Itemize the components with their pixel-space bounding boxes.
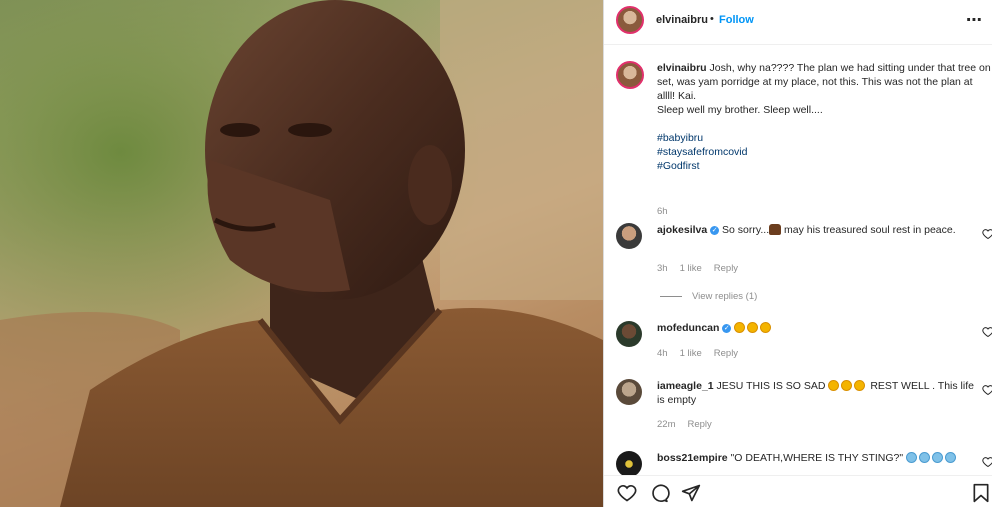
heart-icon[interactable]: [616, 483, 638, 503]
bookmark-icon[interactable]: [972, 483, 990, 503]
sad-face-emoji: [747, 322, 759, 333]
view-replies-button[interactable]: View replies (1): [660, 291, 757, 302]
comment-heart-icon[interactable]: [982, 228, 992, 240]
caption-avatar[interactable]: [616, 61, 644, 89]
comment-text: JESU THIS IS SO SAD: [716, 380, 826, 392]
comment-time[interactable]: 4h: [657, 348, 668, 359]
comment-meta: 3h 1 like Reply: [657, 263, 738, 274]
sad-face-emoji: [854, 380, 866, 391]
sad-face-emoji: [734, 322, 746, 333]
post-panel: elvinaibru • Follow ⋯ elvinaibru Josh, w…: [603, 0, 992, 507]
commenter-avatar[interactable]: [616, 451, 642, 475]
author-username[interactable]: elvinaibru: [656, 14, 708, 26]
hashtag-list: #babyibru #staysafefromcovid #Godfirst: [657, 131, 992, 173]
author-avatar[interactable]: [616, 6, 644, 34]
view-replies-label: View replies (1): [692, 291, 758, 302]
comment-text: So sorry...: [722, 224, 770, 236]
caption-body: elvinaibru Josh, why na???? The plan we …: [657, 61, 992, 173]
action-bar: [604, 475, 992, 507]
sad-face-emoji: [841, 380, 853, 391]
commenter-avatar[interactable]: [616, 379, 642, 405]
verified-icon: ✓: [722, 324, 732, 333]
comment-heart-icon[interactable]: [982, 456, 992, 468]
comment-username[interactable]: iameagle_1: [657, 380, 714, 392]
post-header: elvinaibru • Follow ⋯: [604, 0, 992, 45]
reply-button[interactable]: Reply: [714, 348, 738, 359]
share-icon[interactable]: [680, 483, 702, 503]
caption-line2: Sleep well my brother. Sleep well....: [657, 104, 823, 116]
comment-heart-icon[interactable]: [982, 384, 992, 396]
hashtag-link[interactable]: #babyibru: [657, 131, 992, 145]
comment-heart-icon[interactable]: [982, 326, 992, 338]
comment-likes[interactable]: 1 like: [680, 263, 702, 274]
comment-username[interactable]: boss21empire: [657, 452, 728, 464]
comment-likes[interactable]: 1 like: [680, 348, 702, 359]
crying-face-emoji: [919, 452, 931, 463]
crying-face-emoji: [945, 452, 957, 463]
commenter-avatar[interactable]: [616, 321, 642, 347]
crying-face-emoji: [906, 452, 918, 463]
view-replies-line: [660, 296, 682, 297]
comment-body: iameagle_1 JESU THIS IS SO SAD REST WELL…: [657, 379, 982, 407]
comment-body: ajokesilva ✓ So sorry... may his treasur…: [657, 223, 982, 237]
photo-illustration: [0, 0, 603, 507]
caption-time[interactable]: 6h: [657, 206, 668, 217]
post-photo: [0, 0, 603, 507]
verified-icon: ✓: [710, 226, 720, 235]
hashtag-link[interactable]: #Godfirst: [657, 159, 992, 173]
comment-body: mofeduncan ✓: [657, 321, 982, 335]
praying-hands-emoji: [769, 224, 782, 235]
commenter-avatar[interactable]: [616, 223, 642, 249]
caption-username[interactable]: elvinaibru: [657, 62, 707, 74]
reply-button[interactable]: Reply: [687, 419, 711, 430]
comment-text: "O DEATH,WHERE IS THY STING?": [730, 452, 904, 464]
comment-username[interactable]: ajokesilva: [657, 224, 707, 236]
follow-button[interactable]: Follow: [719, 14, 754, 26]
comment-time[interactable]: 3h: [657, 263, 668, 274]
more-icon[interactable]: ⋯: [966, 10, 983, 30]
hashtag-link[interactable]: #staysafefromcovid: [657, 145, 992, 159]
comment-username[interactable]: mofeduncan: [657, 322, 719, 334]
comment-meta: 22m Reply: [657, 419, 712, 430]
comment-icon[interactable]: [648, 483, 670, 503]
sad-face-emoji: [828, 380, 840, 391]
sad-face-emoji: [760, 322, 772, 333]
comment-time[interactable]: 22m: [657, 419, 675, 430]
comment-meta: 4h 1 like Reply: [657, 348, 738, 359]
comment-body: boss21empire "O DEATH,WHERE IS THY STING…: [657, 451, 982, 465]
comments-list[interactable]: elvinaibru Josh, why na???? The plan we …: [604, 45, 992, 475]
comment-text-continued: may his treasured soul rest in peace.: [784, 224, 956, 236]
header-separator: •: [710, 13, 714, 25]
crying-face-emoji: [932, 452, 944, 463]
reply-button[interactable]: Reply: [714, 263, 738, 274]
caption-text: Josh, why na???? The plan we had sitting…: [657, 62, 991, 102]
